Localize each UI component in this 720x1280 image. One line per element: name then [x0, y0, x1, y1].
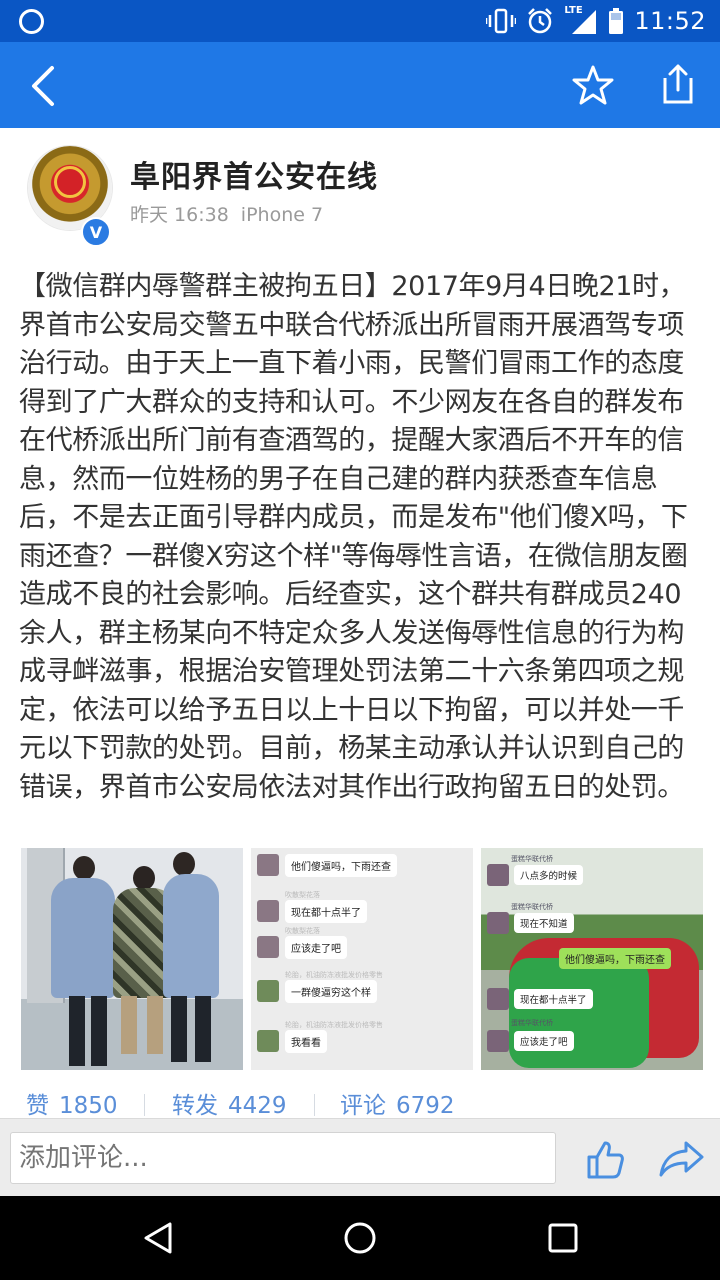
- chat-message: 应该走了吧: [514, 1031, 574, 1051]
- chat-message: 我看看: [285, 1030, 327, 1053]
- battery-icon: [609, 8, 624, 34]
- officer-leg: [69, 996, 85, 1066]
- chat-message: 现在都十点半了: [285, 900, 367, 923]
- comments-count: 6792: [396, 1093, 455, 1119]
- chat-row: 应该走了吧: [257, 936, 347, 959]
- chat-sender: 蛋糕华联代桥: [511, 855, 553, 863]
- back-arrow-icon[interactable]: [24, 64, 64, 108]
- vibrate-icon: [486, 8, 517, 34]
- nav-recents-icon[interactable]: [543, 1218, 583, 1258]
- nav-home-icon[interactable]: [340, 1218, 380, 1258]
- chat-sender: 蛋糕华联代桥: [511, 1019, 553, 1027]
- chat-avatar: [487, 864, 509, 886]
- forward-arrow-icon[interactable]: [658, 1139, 706, 1179]
- photo-officers[interactable]: [21, 848, 243, 1070]
- post-content: V 阜阳界首公安在线 昨天 16:38 iPhone 7 【微信群内辱警群主被拘五…: [0, 128, 720, 1120]
- chat-avatar: [487, 988, 509, 1010]
- chat-avatar: [487, 912, 509, 934]
- chat-row: 一群傻逼穷这个样: [257, 980, 377, 1003]
- officer-head: [173, 852, 195, 876]
- officer-leg: [91, 996, 107, 1066]
- photo-car-overlay[interactable]: 蛋糕华联代桥 八点多的时候 蛋糕华联代桥 现在不知道 他们傻逼吗，下雨还查 现在…: [481, 848, 703, 1070]
- star-icon[interactable]: [571, 63, 615, 107]
- post-source: iPhone 7: [240, 204, 324, 226]
- photo-grid: 他们傻逼吗，下雨还查 吹散梨花落 现在都十点半了 吹散梨花落 应该走了吧 轮胎，…: [21, 848, 703, 1070]
- chat-avatar: [257, 936, 279, 958]
- post-body: 【微信群内辱警群主被拘五日】2017年9月4日晚21时，界首市公安局交警五中联合…: [19, 271, 688, 803]
- likes-label: 赞: [26, 1093, 49, 1119]
- overlay-row: 现在都十点半了: [487, 988, 593, 1010]
- status-icons: LTE 11:52: [486, 5, 706, 37]
- chat-sender: 轮胎，机油防冻液批发价格零售: [285, 1021, 383, 1029]
- chat-message: 现在不知道: [514, 913, 574, 933]
- divider: [144, 1094, 145, 1116]
- avatar[interactable]: V: [28, 146, 112, 247]
- divider: [314, 1094, 315, 1116]
- signal-icon: LTE: [564, 5, 598, 36]
- officer-head: [73, 856, 95, 880]
- post-stats: 赞 1850 转发 4429 评论 6792: [0, 1086, 720, 1120]
- account-name[interactable]: 阜阳界首公安在线: [130, 152, 378, 196]
- chat-avatar: [487, 1030, 509, 1052]
- likes-count: 1850: [59, 1093, 118, 1119]
- overlay-row: 八点多的时候: [487, 864, 584, 886]
- chat-avatar: [257, 1030, 279, 1052]
- comment-bar: [0, 1118, 720, 1196]
- detainee-leg: [147, 996, 163, 1054]
- chat-sender: 吹散梨花落: [285, 927, 320, 935]
- chat-avatar: [257, 854, 279, 876]
- verified-badge: V: [81, 217, 111, 247]
- post-time: 昨天 16:38: [130, 204, 229, 226]
- chat-row: 现在都十点半了: [257, 900, 367, 923]
- circle-notification-icon: [19, 9, 44, 34]
- chat-message: 八点多的时候: [514, 865, 584, 885]
- chat-message-highlight: 他们傻逼吗，下雨还查: [559, 948, 671, 969]
- chat-sender: 轮胎，机油防冻液批发价格零售: [285, 971, 383, 979]
- police-emblem-icon: [54, 166, 86, 198]
- reposts-label: 转发: [172, 1093, 218, 1119]
- app-bar: [0, 42, 720, 128]
- chat-row: 他们傻逼吗，下雨还查: [257, 854, 397, 877]
- chat-message: 他们傻逼吗，下雨还查: [285, 854, 397, 877]
- overlay-row: 应该走了吧: [487, 1030, 574, 1052]
- like-thumb-icon[interactable]: [583, 1137, 627, 1181]
- detainee-leg: [121, 996, 137, 1054]
- reposts-stat[interactable]: 转发 4429: [172, 1086, 287, 1120]
- chat-avatar: [257, 980, 279, 1002]
- chat-avatar: [257, 900, 279, 922]
- post-meta: 昨天 16:38 iPhone 7: [130, 200, 323, 227]
- comments-stat[interactable]: 评论 6792: [340, 1086, 455, 1120]
- comments-label: 评论: [340, 1093, 386, 1119]
- overlay-row: 现在不知道: [487, 912, 574, 934]
- chat-sender: 吹散梨花落: [285, 891, 320, 899]
- chat-message: 应该走了吧: [285, 936, 347, 959]
- chat-sender: 蛋糕华联代桥: [511, 903, 553, 911]
- alarm-icon: [528, 8, 553, 34]
- likes-stat[interactable]: 赞 1850: [26, 1086, 118, 1120]
- detainee-head: [133, 866, 155, 890]
- comment-input[interactable]: [10, 1132, 556, 1184]
- photo-chat-screenshot[interactable]: 他们傻逼吗，下雨还查 吹散梨花落 现在都十点半了 吹散梨花落 应该走了吧 轮胎，…: [251, 848, 473, 1070]
- chat-row: 我看看: [257, 1030, 327, 1053]
- system-nav-bar: [0, 1196, 720, 1280]
- clock: 11:52: [634, 7, 706, 35]
- officer-right: [163, 874, 219, 998]
- nav-back-icon[interactable]: [138, 1218, 178, 1258]
- share-icon[interactable]: [656, 62, 700, 106]
- officer-leg: [195, 996, 211, 1062]
- officer-leg: [171, 996, 187, 1062]
- chat-message: 现在都十点半了: [514, 989, 593, 1009]
- status-bar: LTE 11:52: [0, 0, 720, 42]
- reposts-count: 4429: [228, 1093, 287, 1119]
- officer-left: [51, 878, 115, 998]
- chat-message: 一群傻逼穷这个样: [285, 980, 377, 1003]
